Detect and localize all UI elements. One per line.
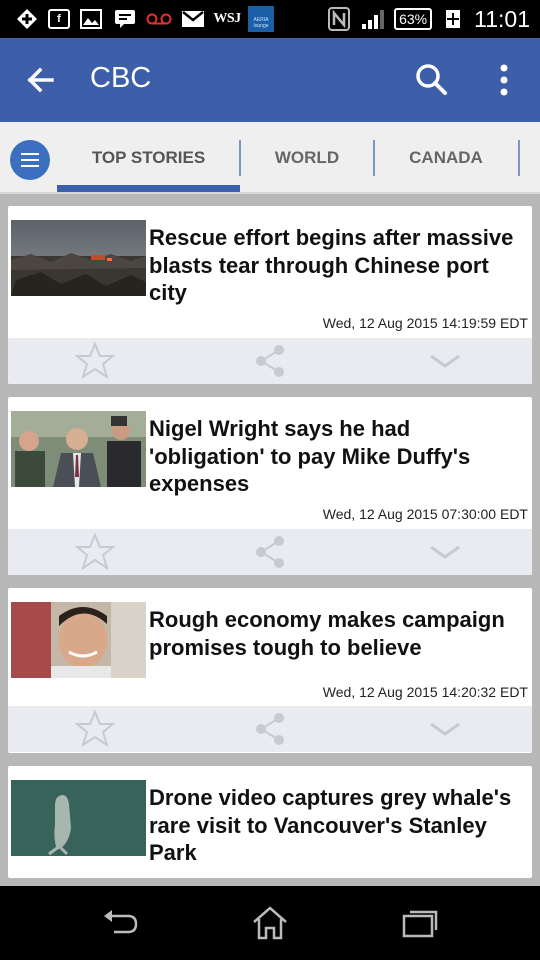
story-card[interactable]: Rough economy makes campaign promises to…: [8, 588, 532, 753]
story-thumbnail[interactable]: [11, 220, 146, 296]
share-icon[interactable]: [250, 342, 290, 380]
tab-divider: [518, 140, 520, 176]
tab-canada[interactable]: CANADA: [374, 122, 518, 194]
share-icon[interactable]: [250, 533, 290, 571]
story-headline[interactable]: Drone video captures grey whale's rare v…: [149, 784, 529, 867]
status-bar: f WSJ AERIA lounge 63% 11:01: [0, 0, 540, 38]
story-actions: [8, 706, 532, 752]
facebook-icon: f: [48, 9, 70, 29]
story-headline[interactable]: Nigel Wright says he had 'obligation' to…: [149, 415, 529, 498]
story-card[interactable]: Rescue effort begins after massive blast…: [8, 206, 532, 384]
story-date: Wed, 12 Aug 2015 14:20:32 EDT: [322, 684, 528, 700]
story-thumbnail[interactable]: [11, 780, 146, 856]
back-arrow-icon[interactable]: [26, 58, 66, 102]
back-nav-icon[interactable]: [100, 904, 140, 940]
story-headline[interactable]: Rough economy makes campaign promises to…: [149, 606, 529, 661]
favorite-star-icon[interactable]: [74, 341, 116, 380]
message-icon: [112, 7, 138, 31]
recent-apps-nav-icon[interactable]: [400, 904, 440, 940]
voicemail-icon: [146, 7, 172, 31]
category-tab-bar: TOP STORIES WORLD CANADA: [0, 122, 540, 194]
favorite-star-icon[interactable]: [74, 709, 116, 748]
tab-top-stories[interactable]: TOP STORIES: [57, 122, 240, 194]
expand-chevron-icon[interactable]: [425, 533, 465, 571]
story-date: Wed, 12 Aug 2015 14:19:59 EDT: [322, 315, 528, 331]
favorite-star-icon[interactable]: [74, 532, 116, 571]
app-bar: CBC: [0, 38, 540, 122]
search-icon[interactable]: [412, 60, 452, 100]
charging-plus-icon: [440, 7, 466, 31]
clock: 11:01: [474, 5, 530, 32]
story-actions: [8, 338, 532, 384]
app-title: CBC: [90, 62, 152, 94]
story-thumbnail[interactable]: [11, 602, 146, 678]
aeria-lounge-icon: AERIA lounge: [248, 6, 274, 32]
story-card[interactable]: Drone video captures grey whale's rare v…: [8, 766, 532, 878]
system-navigation-bar: [0, 886, 540, 960]
story-feed[interactable]: Rescue effort begins after massive blast…: [0, 194, 540, 886]
battery-indicator: 63%: [394, 8, 433, 30]
active-tab-indicator: [57, 185, 240, 192]
home-nav-icon[interactable]: [250, 904, 290, 940]
menu-icon[interactable]: [10, 140, 50, 180]
expand-chevron-icon[interactable]: [425, 342, 465, 380]
gmail-icon: [180, 7, 206, 31]
wsj-icon: WSJ: [213, 11, 241, 26]
tab-world[interactable]: WORLD: [240, 122, 374, 194]
nfc-icon: [326, 7, 352, 31]
overflow-menu-icon[interactable]: [490, 60, 518, 100]
expand-chevron-icon[interactable]: [425, 710, 465, 748]
story-actions: [8, 529, 532, 575]
signal-icon: [360, 7, 386, 31]
story-thumbnail[interactable]: [11, 411, 146, 487]
story-date: Wed, 12 Aug 2015 07:30:00 EDT: [322, 506, 528, 522]
story-card[interactable]: Nigel Wright says he had 'obligation' to…: [8, 397, 532, 575]
add-notification-icon: [14, 7, 40, 31]
share-icon[interactable]: [250, 710, 290, 748]
gallery-icon: [78, 7, 104, 31]
story-headline[interactable]: Rescue effort begins after massive blast…: [149, 224, 529, 307]
